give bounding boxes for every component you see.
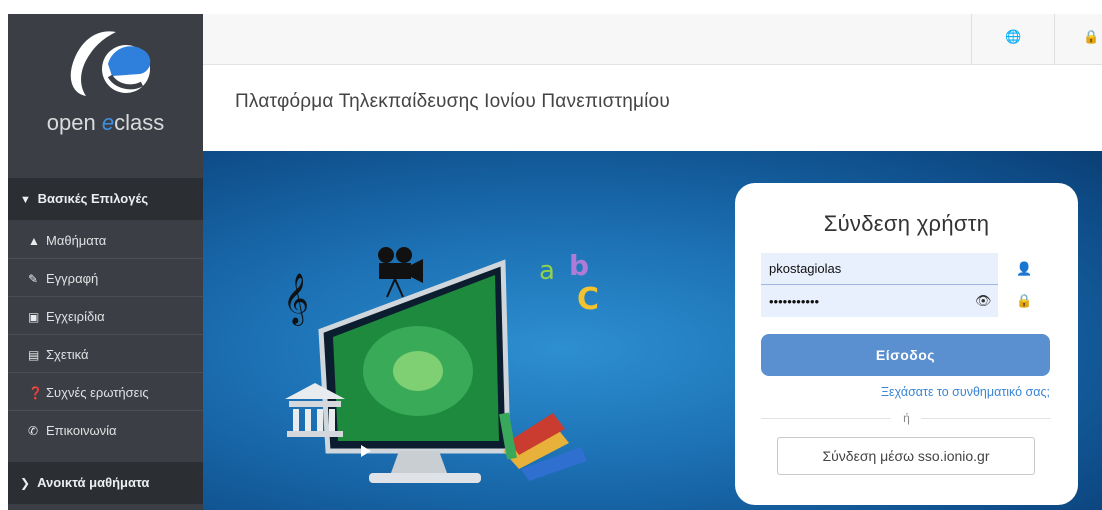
top-bar: 🌐 🔒 bbox=[203, 14, 1102, 65]
sso-login-button[interactable]: Σύνδεση μέσω sso.ionio.gr bbox=[777, 437, 1035, 475]
books-icon bbox=[499, 412, 587, 481]
section-open-courses[interactable]: ❯ Ανοικτά μαθήματα bbox=[8, 462, 203, 504]
left-margin bbox=[0, 0, 8, 510]
credit-card-icon: ▤ bbox=[28, 348, 40, 362]
section-main-options[interactable]: ▼ Βασικές Επιλογές bbox=[8, 178, 203, 220]
monitor-icon bbox=[318, 259, 511, 483]
login-card: Σύνδεση χρήστη 👤 👁 🔒 Είσοδος Ξεχάσατε το… bbox=[735, 183, 1078, 505]
phone-icon: ✆ bbox=[28, 424, 39, 438]
film-camera-icon bbox=[378, 247, 423, 298]
lock-icon[interactable]: 🔒 bbox=[1083, 29, 1099, 45]
sidebar-item-contact[interactable]: ✆ Επικοινωνία bbox=[8, 412, 203, 449]
divider bbox=[1054, 14, 1055, 64]
sidebar-item-label: Επικοινωνία bbox=[46, 423, 117, 438]
forgot-password-link[interactable]: Ξεχάσατε το συνθηματικό σας; bbox=[881, 385, 1050, 399]
manual-icon: ▣ bbox=[28, 310, 40, 324]
password-field[interactable] bbox=[761, 285, 998, 317]
section-label: Βασικές Επιλογές bbox=[37, 191, 149, 206]
login-title: Σύνδεση χρήστη bbox=[823, 211, 990, 236]
sidebar-item-label: Σχετικά bbox=[46, 347, 89, 362]
eclass-logo-icon bbox=[70, 31, 151, 96]
sidebar-item-label: Εγχειρίδια bbox=[46, 309, 105, 324]
sidebar-item-about[interactable]: ▤ Σχετικά bbox=[8, 336, 203, 373]
sidebar-item-faq[interactable]: ❓ Συχνές ερωτήσεις bbox=[8, 374, 203, 411]
music-clef-icon: 𝄞 bbox=[283, 273, 309, 326]
sidebar-item-manuals[interactable]: ▣ Εγχειρίδια bbox=[8, 298, 203, 335]
login-button[interactable]: Είσοδος bbox=[761, 334, 1050, 376]
letter-a-icon: a bbox=[539, 256, 555, 286]
edit-icon: ✎ bbox=[28, 272, 39, 286]
sidebar-item-label: Μαθήματα bbox=[46, 233, 107, 248]
letter-c-icon: C bbox=[577, 282, 599, 317]
username-field[interactable] bbox=[761, 253, 998, 285]
sidebar-item-register[interactable]: ✎ Εγγραφή bbox=[8, 260, 203, 297]
section-label: Ανοικτά μαθήματα bbox=[37, 475, 150, 490]
letter-b-icon: b bbox=[569, 249, 589, 282]
divider bbox=[971, 14, 972, 64]
sidebar-item-label: Εγγραφή bbox=[46, 271, 99, 286]
chevron-down-icon: ▼ bbox=[20, 194, 31, 206]
divider bbox=[921, 418, 1051, 419]
globe-icon[interactable]: 🌐 bbox=[1005, 29, 1021, 45]
graduation-cap-icon: ▲ bbox=[28, 234, 40, 248]
sidebar-item-courses[interactable]: ▲ Μαθήματα bbox=[8, 222, 203, 259]
lock-icon: 🔒 bbox=[1016, 293, 1033, 308]
sidebar-item-label: Συχνές ερωτήσεις bbox=[46, 385, 149, 400]
logo-text: open eclass bbox=[46, 110, 165, 135]
sidebar: open eclass ▼ Βασικές Επιλογές ▲ Μαθήματα… bbox=[8, 14, 203, 510]
chevron-right-icon: ❯ bbox=[20, 476, 31, 490]
user-icon: 👤 bbox=[1016, 261, 1033, 276]
title-area: Πλατφόρμα Τηλεκπαίδευσης Ιονίου Πανεπιστ… bbox=[203, 65, 1102, 151]
logo[interactable]: open eclass bbox=[8, 14, 203, 164]
question-icon: ❓ bbox=[28, 386, 43, 400]
eye-icon[interactable]: 👁 bbox=[975, 293, 992, 309]
page-title: Πλατφόρμα Τηλεκπαίδευσης Ιονίου Πανεπιστ… bbox=[235, 91, 670, 112]
